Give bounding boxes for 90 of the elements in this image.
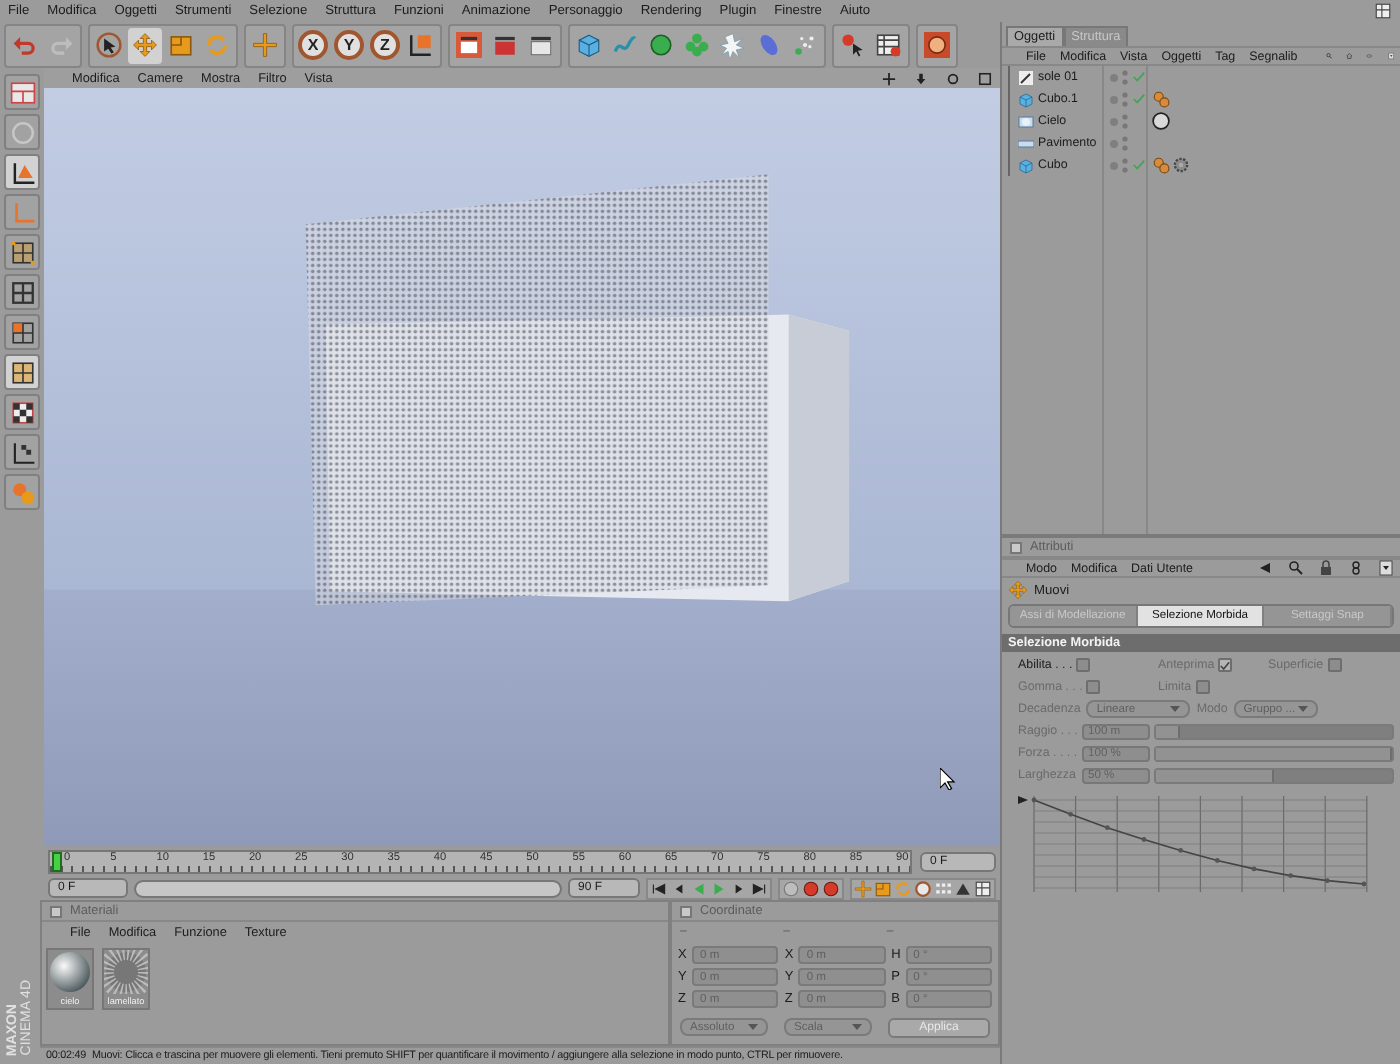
- polygon-grid-icon: [9, 319, 35, 345]
- circular-arrows-icon: [204, 32, 230, 58]
- four-way-arrow-icon: [1008, 580, 1028, 600]
- axis-lock-button[interactable]: Z: [370, 29, 400, 59]
- scattered-dots-icon: [792, 32, 818, 58]
- layout-grid-icon[interactable]: [974, 879, 992, 897]
- axes-cube-icon: [408, 32, 434, 58]
- panel-grip[interactable]: [50, 905, 62, 917]
- two-circles-icon: [1152, 156, 1170, 174]
- two-circles-icon: [1152, 90, 1170, 108]
- visibility-dots-icon[interactable]: [1122, 135, 1128, 151]
- left-arrow-icon[interactable]: [1258, 560, 1274, 576]
- caret-icon: [1297, 706, 1308, 712]
- tool-button[interactable]: [4, 394, 40, 430]
- axes-icon: [9, 199, 35, 225]
- square-icon[interactable]: [978, 71, 992, 85]
- down-arrow-icon[interactable]: [914, 71, 928, 85]
- caret-icon: [852, 1024, 862, 1030]
- slider-track[interactable]: [1154, 767, 1394, 783]
- clapperboard-icon: [492, 32, 518, 58]
- pointer-arrow-icon: [840, 32, 866, 58]
- squiggle-icon: [612, 32, 638, 58]
- tool-button[interactable]: [4, 434, 40, 470]
- axis-lock-button[interactable]: Y: [334, 29, 364, 59]
- pen-icon: [1018, 69, 1034, 85]
- flower-icon: [684, 32, 710, 58]
- dot-grid-icon[interactable]: [934, 879, 952, 897]
- axis-lock-button[interactable]: X: [298, 29, 328, 59]
- house-icon[interactable]: [1346, 48, 1353, 64]
- render-disc-icon: [924, 32, 950, 58]
- sphere-icon: [48, 950, 92, 994]
- visibility-dots-icon[interactable]: [1122, 113, 1128, 129]
- tool-button[interactable]: [4, 354, 40, 390]
- triangle-icon[interactable]: [954, 879, 972, 897]
- step-back-icon[interactable]: [670, 879, 688, 897]
- clapperboard-icon: [528, 32, 554, 58]
- floor-plane-icon: [1018, 135, 1034, 151]
- material-sphere-icon: [1152, 112, 1170, 130]
- toolbar-button[interactable]: [452, 27, 486, 63]
- visibility-dots-icon[interactable]: [1122, 69, 1128, 85]
- caret-icon: [1170, 706, 1181, 712]
- ellipse-icon: [756, 32, 782, 58]
- window-grid-icon: [9, 79, 35, 105]
- sphere-icon: [648, 32, 674, 58]
- square-icon: [168, 32, 194, 58]
- four-way-arrow-icon[interactable]: [882, 71, 896, 85]
- cube-icon: [1018, 157, 1034, 173]
- point-grid-icon: [9, 239, 35, 265]
- curved-arrow-icon: [12, 32, 38, 58]
- skip-back-icon[interactable]: [650, 879, 668, 897]
- tool-button[interactable]: [4, 154, 40, 190]
- search-icon[interactable]: [1288, 560, 1304, 576]
- tool-button[interactable]: [4, 274, 40, 310]
- cube-icon: [576, 32, 602, 58]
- gear-icon: [1172, 156, 1190, 174]
- sky-sphere-icon: [1018, 113, 1034, 129]
- axes-cone-icon: [9, 159, 35, 185]
- cube-icon: [1018, 91, 1034, 107]
- checkerboard-icon: [9, 399, 35, 425]
- sphere-grid-icon: [9, 119, 35, 145]
- panel-grip[interactable]: [1010, 541, 1022, 553]
- edge-grid-icon: [9, 279, 35, 305]
- step-forward-icon[interactable]: [730, 879, 748, 897]
- skip-forward-icon[interactable]: [750, 879, 768, 897]
- check-mark-icon: [1132, 158, 1146, 172]
- four-way-arrow-icon: [132, 32, 158, 58]
- visibility-dots-icon[interactable]: [1122, 91, 1128, 107]
- panel-grip[interactable]: [680, 905, 692, 917]
- table-grid-icon: [876, 32, 902, 58]
- checker-axes-icon: [9, 439, 35, 465]
- checkbox[interactable]: [1076, 658, 1091, 672]
- layout-grid-icon[interactable]: [1374, 2, 1392, 20]
- toolbar-button[interactable]: [92, 27, 126, 63]
- clapperboard-icon: [456, 32, 482, 58]
- mesh-sphere-icon: [104, 950, 148, 994]
- dropdown-arrow-icon[interactable]: [1378, 560, 1394, 576]
- visibility-dots-icon[interactable]: [1122, 157, 1128, 173]
- playhead-marker[interactable]: [52, 851, 62, 871]
- slider-track[interactable]: [1154, 723, 1394, 739]
- two-circles-icon: [9, 479, 35, 505]
- uv-grid-icon: [9, 359, 35, 385]
- tool-button[interactable]: [4, 314, 40, 350]
- mouse-cursor-icon: [940, 768, 956, 790]
- starburst-icon: [720, 32, 746, 58]
- four-way-arrow-icon: [252, 32, 278, 58]
- caret-icon: [748, 1024, 758, 1030]
- padlock-icon[interactable]: [1318, 560, 1334, 576]
- curved-arrow-icon: [48, 32, 74, 58]
- chain-link-icon[interactable]: [1348, 560, 1364, 576]
- tool-button[interactable]: [4, 234, 40, 270]
